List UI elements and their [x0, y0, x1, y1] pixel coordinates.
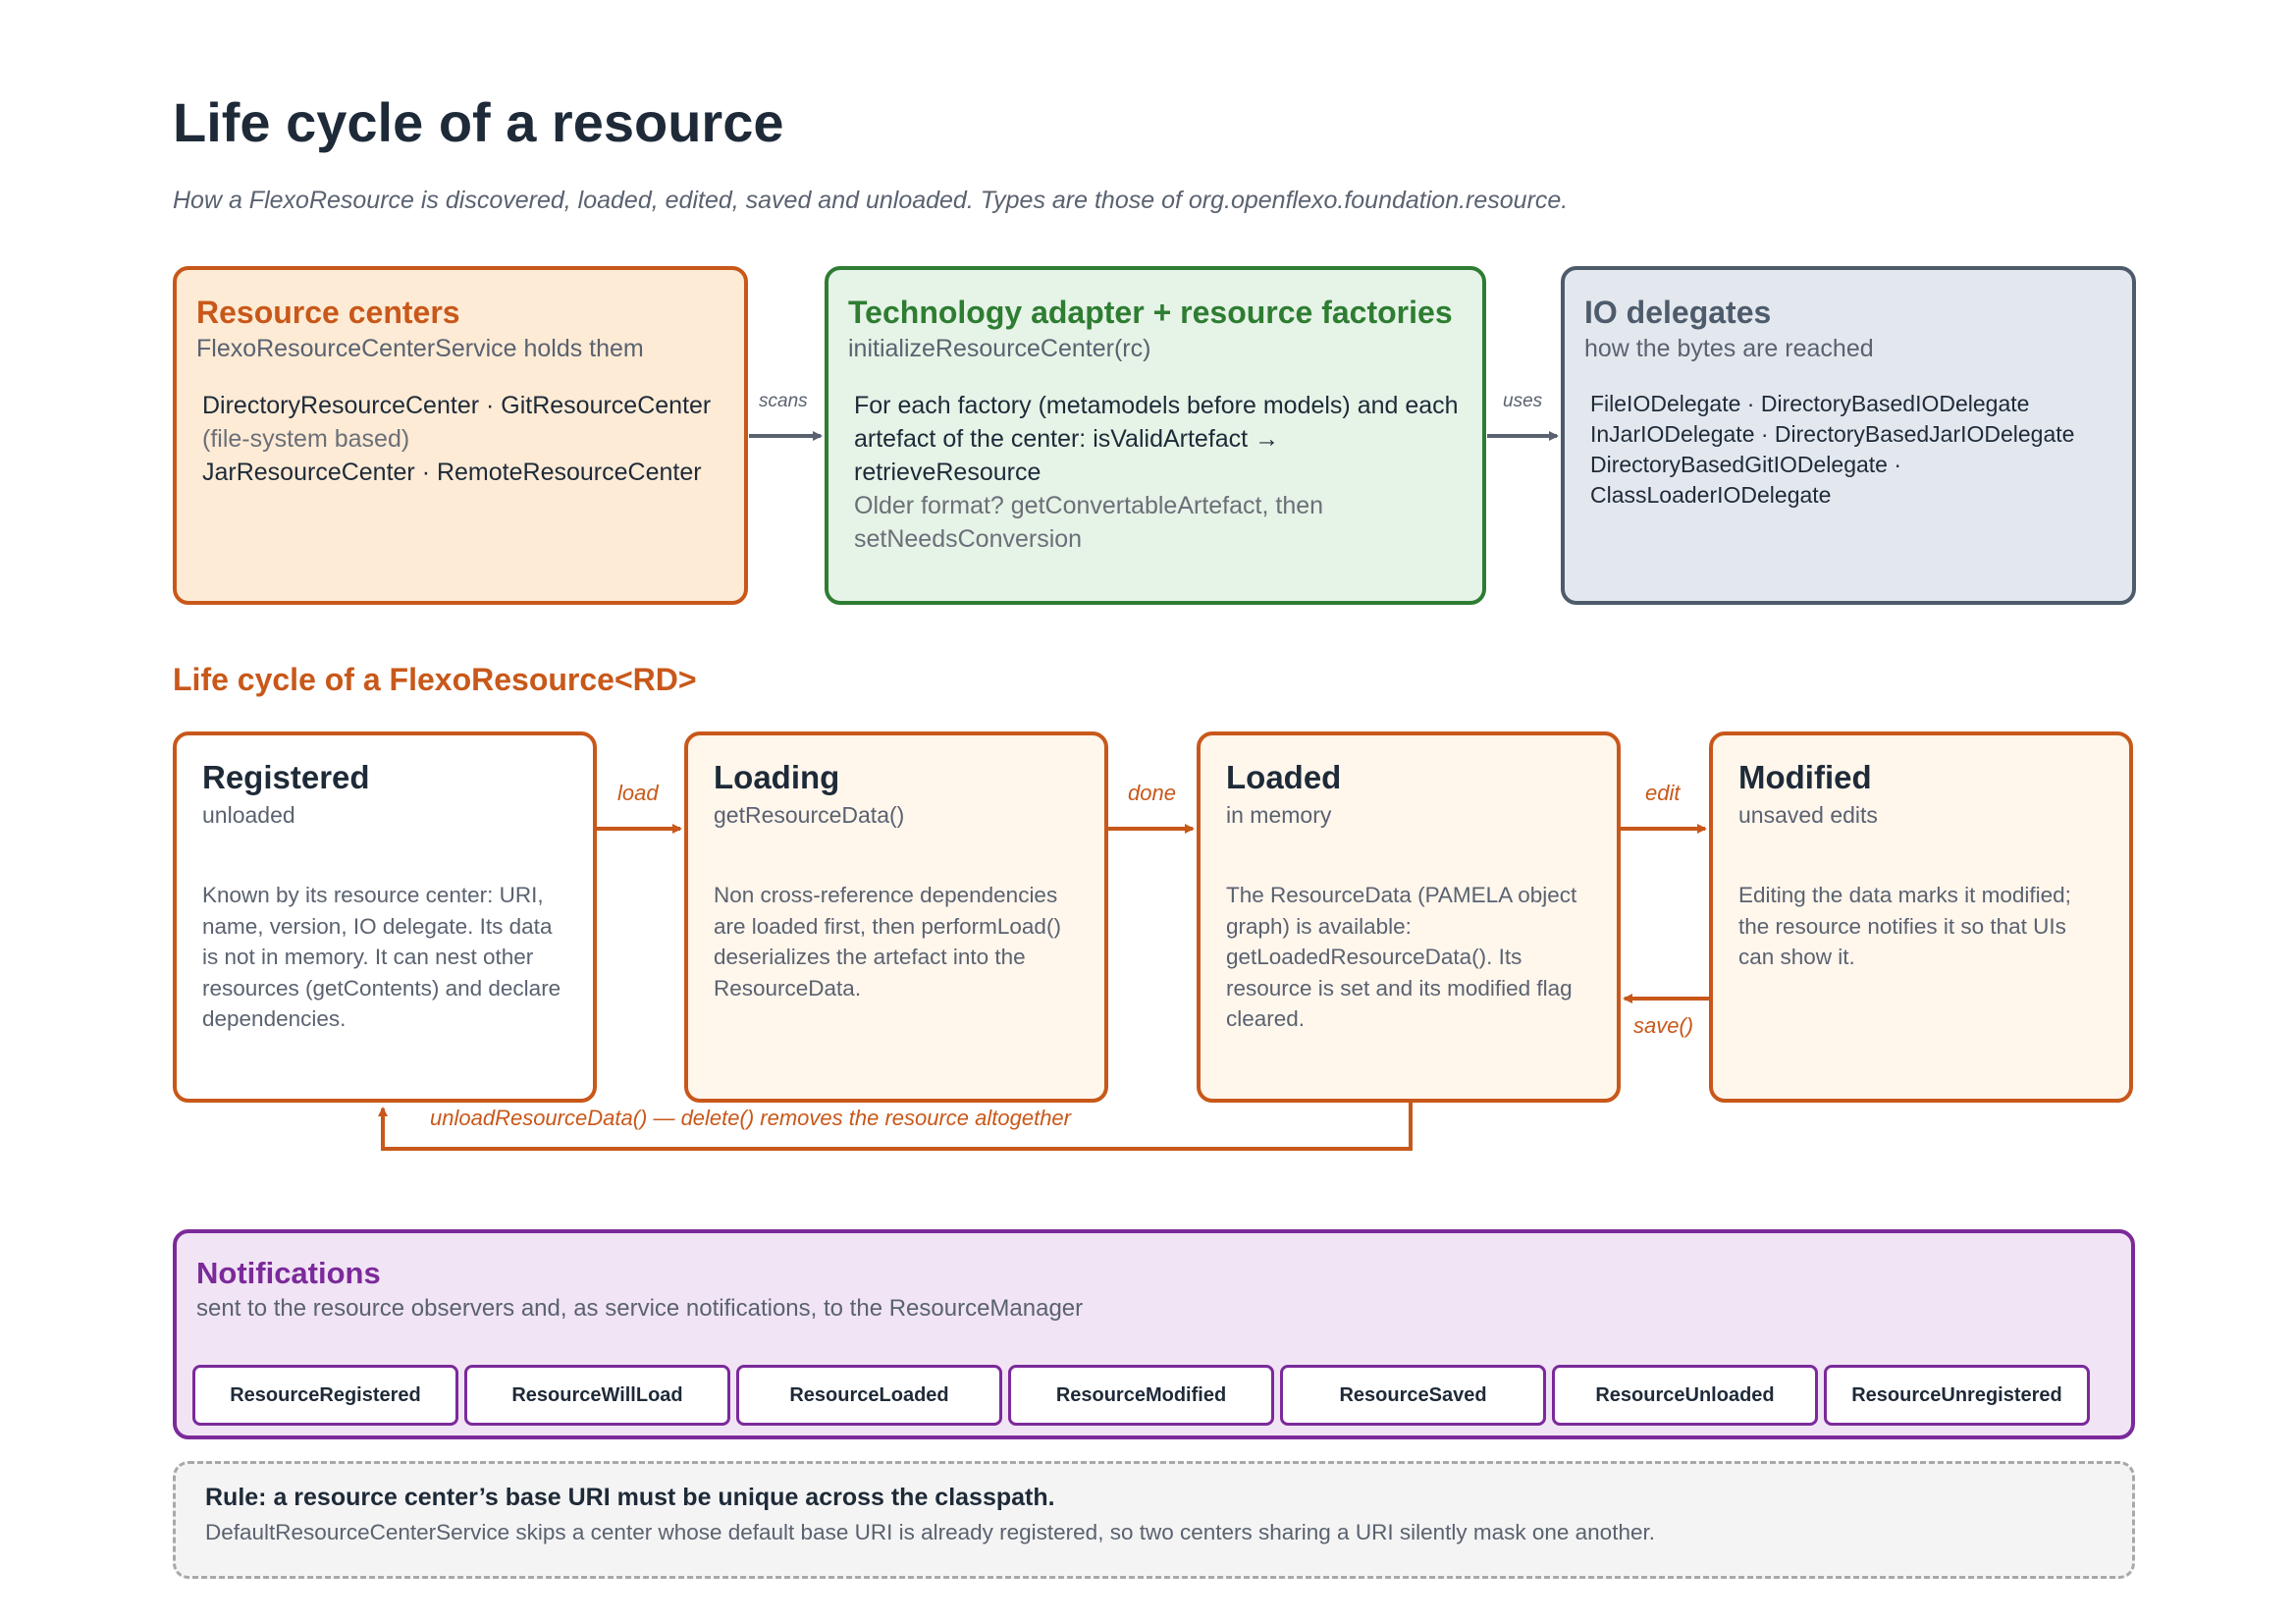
- notification-chip: ResourceLoaded: [736, 1365, 1002, 1426]
- notification-chip: ResourceWillLoad: [464, 1365, 730, 1426]
- state-subtitle: unloaded: [202, 802, 295, 828]
- technology-adapter-subtitle: initializeResourceCenter(rc): [848, 335, 1151, 363]
- transition-edit-label: edit: [1645, 781, 1681, 805]
- rule-text: DefaultResourceCenterService skips a cen…: [205, 1520, 1655, 1544]
- state-loaded: Loaded in memory The ResourceData (PAMEL…: [1197, 731, 1621, 1103]
- io-delegates-subtitle: how the bytes are reached: [1584, 335, 1874, 363]
- transition-done-label: done: [1128, 781, 1176, 805]
- transition-save-label: save(): [1633, 1013, 1694, 1038]
- state-title: Loaded: [1226, 759, 1342, 795]
- resource-centers-panel: Resource centers FlexoResourceCenterServ…: [173, 266, 748, 605]
- notification-chip: ResourceRegistered: [192, 1365, 458, 1426]
- notification-chips: ResourceRegistered ResourceWillLoad Reso…: [192, 1365, 2090, 1426]
- page-title: Life cycle of a resource: [173, 91, 784, 153]
- uses-label: uses: [1503, 391, 1543, 411]
- state-title: Modified: [1738, 759, 1872, 795]
- resource-centers-subtitle: FlexoResourceCenterService holds them: [196, 335, 644, 363]
- state-description: Editing the data marks it modified; the …: [1738, 883, 2071, 969]
- notification-chip: ResourceSaved: [1280, 1365, 1546, 1426]
- io-delegates-panel: IO delegates how the bytes are reached F…: [1561, 266, 2136, 605]
- notifications-title: Notifications: [196, 1256, 381, 1290]
- state-description: Non cross-reference dependencies are loa…: [714, 883, 1061, 1001]
- state-subtitle: unsaved edits: [1738, 802, 1878, 828]
- notification-chip: ResourceUnregistered: [1824, 1365, 2090, 1426]
- technology-adapter-line-2: Older format? getConvertableArtefact, th…: [854, 492, 1324, 554]
- state-subtitle: getResourceData(): [714, 802, 905, 828]
- resource-centers-line-3: JarResourceCenter · RemoteResourceCenter: [202, 459, 702, 487]
- state-title: Loading: [714, 759, 840, 795]
- state-description: Known by its resource center: URI, name,…: [202, 883, 561, 1031]
- io-delegates-line-4: ClassLoaderIODelegate: [1590, 482, 1832, 509]
- transition-load-label: load: [617, 781, 659, 805]
- technology-adapter-title: Technology adapter + resource factories: [848, 295, 1453, 330]
- transition-unload-label: unloadResourceData() — delete() removes …: [430, 1106, 1071, 1130]
- resource-centers-line-1: DirectoryResourceCenter · GitResourceCen…: [202, 392, 712, 420]
- notification-chip: ResourceUnloaded: [1552, 1365, 1818, 1426]
- resource-centers-line-2: (file-system based): [202, 425, 410, 454]
- io-delegates-line-2: InJarIODelegate · DirectoryBasedJarIODel…: [1590, 421, 2075, 448]
- resource-centers-title: Resource centers: [196, 295, 460, 330]
- notification-chip: ResourceModified: [1008, 1365, 1274, 1426]
- state-registered: Registered unloaded Known by its resourc…: [173, 731, 597, 1103]
- state-subtitle: in memory: [1226, 802, 1332, 828]
- page-subtitle: How a FlexoResource is discovered, loade…: [173, 187, 1569, 214]
- state-loading: Loading getResourceData() Non cross-refe…: [684, 731, 1108, 1103]
- io-delegates-line-1: FileIODelegate · DirectoryBasedIODelegat…: [1590, 391, 2030, 417]
- io-delegates-line-3: DirectoryBasedGitIODelegate ·: [1590, 452, 1902, 478]
- technology-adapter-panel: Technology adapter + resource factories …: [825, 266, 1486, 605]
- state-modified: Modified unsaved edits Editing the data …: [1709, 731, 2133, 1103]
- rule-note: Rule: a resource center’s base URI must …: [173, 1461, 2135, 1579]
- rule-title: Rule: a resource center’s base URI must …: [205, 1484, 1055, 1511]
- scans-label: scans: [759, 391, 808, 411]
- notifications-subtitle: sent to the resource observers and, as s…: [196, 1295, 1084, 1323]
- notifications-panel: Notifications sent to the resource obser…: [173, 1229, 2135, 1439]
- technology-adapter-line-1: For each factory (metamodels before mode…: [854, 392, 1459, 487]
- lifecycle-heading: Life cycle of a FlexoResource<RD>: [173, 662, 697, 697]
- state-description: The ResourceData (PAMELA object graph) i…: [1226, 883, 1577, 1031]
- io-delegates-title: IO delegates: [1584, 295, 1772, 330]
- state-title: Registered: [202, 759, 370, 795]
